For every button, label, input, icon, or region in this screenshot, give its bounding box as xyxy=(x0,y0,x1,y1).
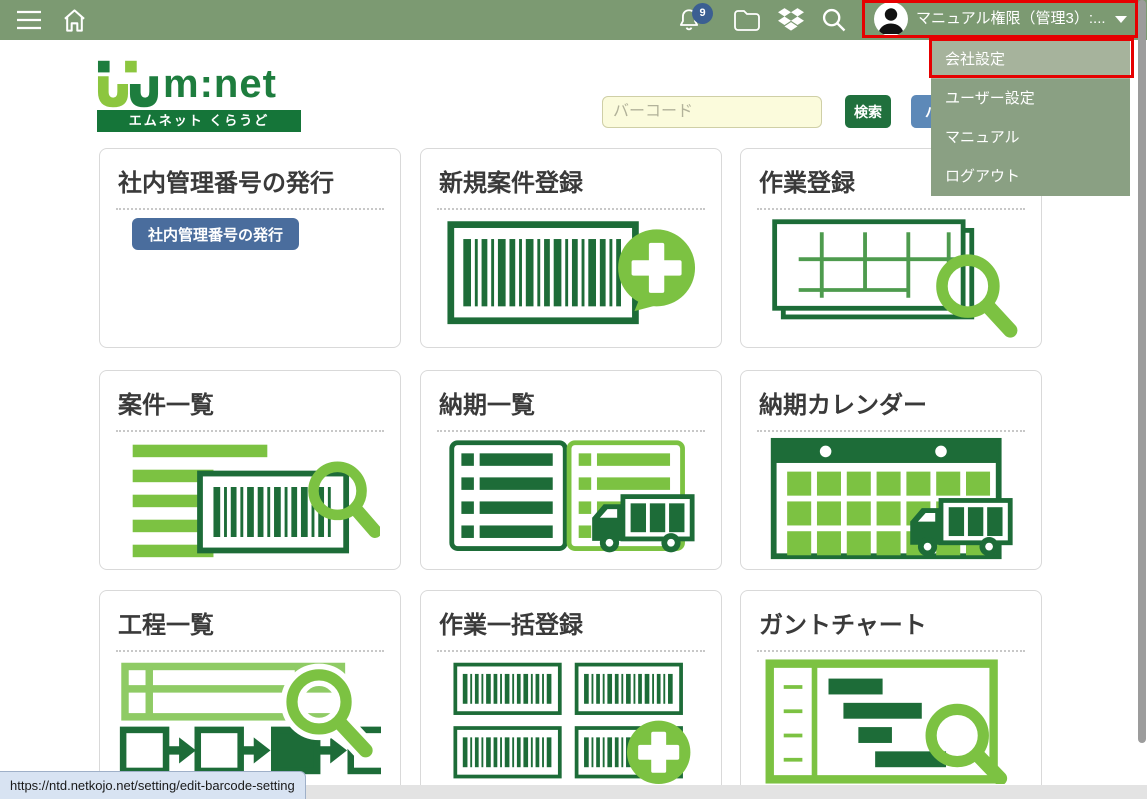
app-window: 9 マニュアル権限（管理 xyxy=(0,0,1147,799)
issue-internal-number-button[interactable]: 社内管理番号の発行 xyxy=(132,218,299,250)
card-title: 社内管理番号の発行 xyxy=(118,163,384,198)
chevron-down-icon xyxy=(1115,16,1127,23)
avatar xyxy=(874,2,908,36)
card-title: 新規案件登録 xyxy=(439,163,705,198)
top-header-bar: 9 マニュアル権限（管理 xyxy=(0,0,1147,40)
brand-name: m:net xyxy=(163,62,277,107)
list-barcode-search-icon xyxy=(120,437,380,562)
menu-item-manual[interactable]: マニュアル xyxy=(931,118,1130,157)
barcodes-plus-icon xyxy=(441,659,701,784)
card-title: ガントチャート xyxy=(759,605,1025,640)
search-icon[interactable] xyxy=(820,6,848,34)
folder-icon[interactable] xyxy=(733,9,761,32)
process-flow-search-icon xyxy=(119,659,381,784)
barcode-plus-icon xyxy=(441,215,701,340)
brand-tagline: エムネット くらうど xyxy=(97,110,301,132)
barcode-search-input[interactable] xyxy=(602,96,822,128)
card-process-list[interactable]: 工程一覧 xyxy=(99,590,401,794)
card-internal-number-issue[interactable]: 社内管理番号の発行 社内管理番号の発行 xyxy=(99,148,401,348)
card-title: 案件一覧 xyxy=(118,385,384,420)
card-gantt-chart[interactable]: ガントチャート xyxy=(740,590,1042,794)
menu-item-logout[interactable]: ログアウト xyxy=(931,157,1130,196)
home-icon[interactable] xyxy=(61,7,88,34)
card-delivery-calendar[interactable]: 納期カレンダー xyxy=(740,370,1042,570)
card-title: 作業一括登録 xyxy=(439,605,705,640)
card-new-project-registration[interactable]: 新規案件登録 xyxy=(420,148,722,348)
card-project-list[interactable]: 案件一覧 xyxy=(99,370,401,570)
logo-mark xyxy=(97,60,159,110)
dropbox-icon[interactable] xyxy=(778,8,804,32)
status-bar-link-preview: https://ntd.netkojo.net/setting/edit-bar… xyxy=(0,771,306,799)
worksheet-search-icon xyxy=(761,215,1021,340)
card-title: 工程一覧 xyxy=(118,605,384,640)
vertical-scrollbar[interactable] xyxy=(1138,0,1146,743)
notification-count-badge[interactable]: 9 xyxy=(692,3,713,24)
menu-item-user-settings[interactable]: ユーザー設定 xyxy=(931,79,1130,118)
card-title: 納期一覧 xyxy=(439,385,705,420)
app-logo[interactable]: m:net エムネット くらうど xyxy=(97,60,301,132)
delivery-list-truck-icon xyxy=(441,437,701,562)
card-delivery-list[interactable]: 納期一覧 xyxy=(420,370,722,570)
gantt-search-icon xyxy=(761,659,1021,784)
user-dropdown-menu: 会社設定 ユーザー設定 マニュアル ログアウト xyxy=(931,40,1130,196)
user-role-label: マニュアル権限（管理3）:... xyxy=(916,0,1106,38)
hamburger-menu-icon[interactable] xyxy=(16,10,42,30)
card-title: 納期カレンダー xyxy=(759,385,1025,420)
menu-item-company-settings[interactable]: 会社設定 xyxy=(931,40,1130,79)
user-menu-trigger[interactable]: マニュアル権限（管理3）:... xyxy=(866,0,1138,38)
divider xyxy=(116,208,384,210)
card-bulk-work-registration[interactable]: 作業一括登録 xyxy=(420,590,722,794)
search-button[interactable]: 検索 xyxy=(845,95,891,128)
calendar-truck-icon xyxy=(761,437,1021,562)
